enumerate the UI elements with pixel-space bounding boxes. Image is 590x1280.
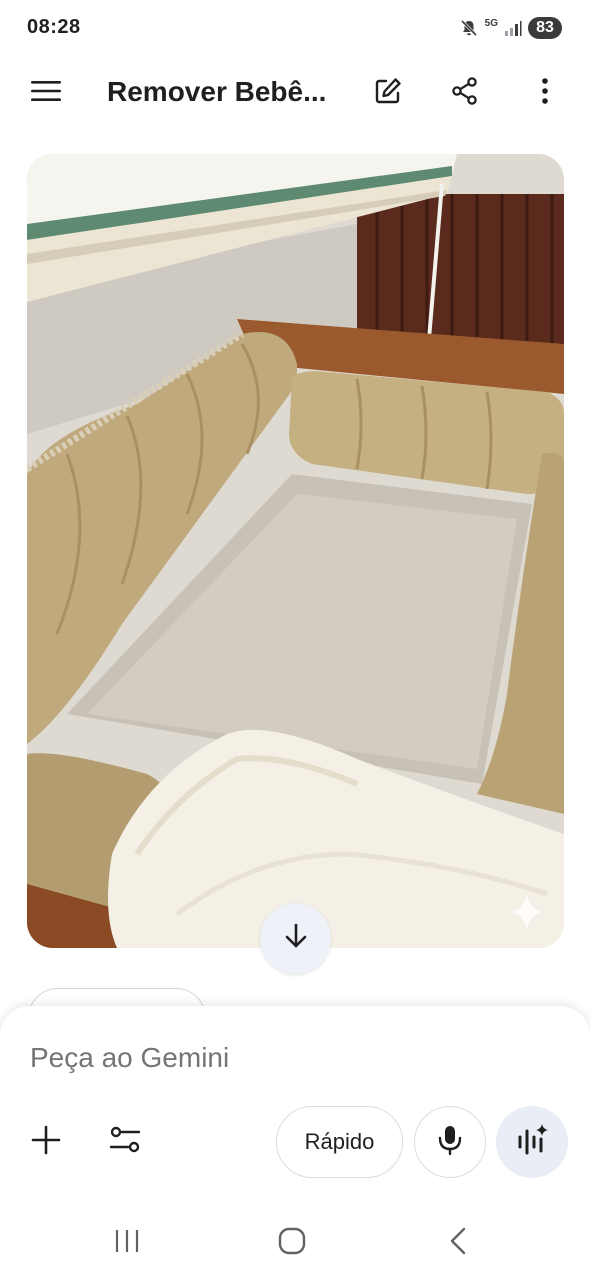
share-button[interactable] [441,69,489,117]
scroll-down-icon [282,922,310,955]
signal-icon [504,19,522,37]
battery-icon: 83 [528,17,562,39]
status-time: 08:28 [27,16,81,38]
menu-icon [30,79,62,108]
back-button[interactable] [434,1219,482,1267]
recent-apps-button[interactable] [103,1219,151,1267]
edit-icon [373,76,403,111]
home-icon [277,1226,307,1261]
mute-icon [459,18,479,38]
more-vertical-icon [540,77,550,110]
crib-photo-illustration [27,154,564,948]
status-bar: 08:28 5G 83 [0,0,590,56]
more-options-button[interactable] [521,69,569,117]
scroll-down-button[interactable] [260,903,331,974]
uploaded-crib-photo[interactable] [27,154,564,948]
microphone-button[interactable] [414,1106,486,1178]
gemini-live-icon [515,1123,549,1162]
menu-button[interactable] [22,69,70,117]
edit-button[interactable] [364,69,412,117]
share-icon [450,76,480,111]
system-nav-bar [0,1206,590,1280]
network-5g-icon: 5G [484,18,498,29]
tools-button[interactable] [101,1118,149,1166]
back-icon [448,1226,468,1261]
app-bar: Remover Bebê... [0,56,590,130]
prompt-input[interactable] [30,1042,550,1074]
model-mode-button[interactable]: Rápido [276,1106,403,1178]
tools-icon [108,1125,142,1160]
recent-apps-icon [113,1228,141,1259]
add-attachment-button[interactable] [22,1118,70,1166]
gemini-live-button[interactable] [496,1106,568,1178]
page-title: Remover Bebê... [107,76,327,107]
mic-icon [437,1124,463,1161]
add-icon [30,1124,62,1161]
model-mode-label: Rápido [304,1129,375,1154]
screen: 08:28 5G 83 Remover Bebê... Peça ao Gemi… [0,0,590,1280]
home-button[interactable] [268,1219,316,1267]
status-icons: 5G 83 [459,15,562,41]
